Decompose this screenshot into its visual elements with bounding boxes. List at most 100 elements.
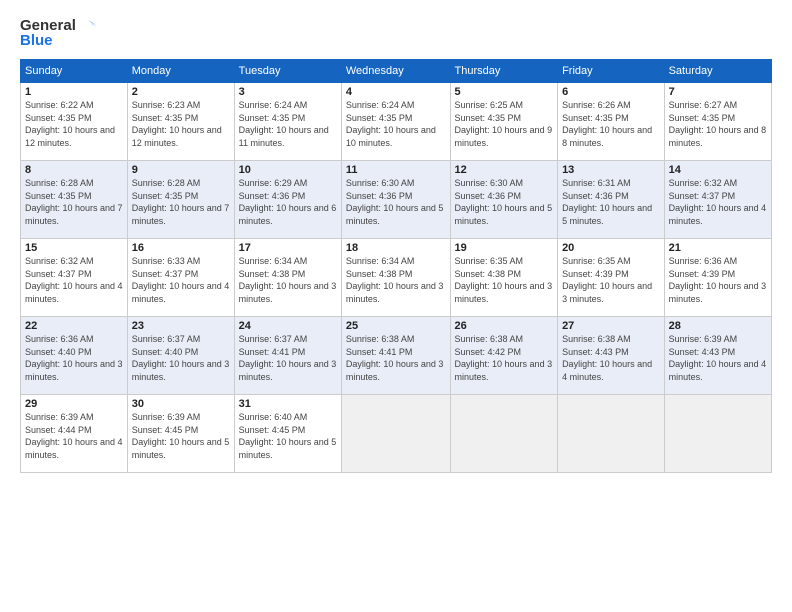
col-header-saturday: Saturday: [664, 60, 771, 83]
logo-container: General Blue: [20, 16, 96, 49]
day-info: Sunrise: 6:33 AM Sunset: 4:37 PM Dayligh…: [132, 255, 230, 305]
col-header-sunday: Sunday: [21, 60, 128, 83]
day-number: 7: [669, 86, 767, 98]
day-info: Sunrise: 6:35 AM Sunset: 4:38 PM Dayligh…: [455, 255, 554, 305]
calendar-cell: 18 Sunrise: 6:34 AM Sunset: 4:38 PM Dayl…: [341, 239, 450, 317]
calendar-cell: 1 Sunrise: 6:22 AM Sunset: 4:35 PM Dayli…: [21, 83, 128, 161]
col-header-monday: Monday: [127, 60, 234, 83]
calendar-cell: 6 Sunrise: 6:26 AM Sunset: 4:35 PM Dayli…: [558, 83, 665, 161]
day-number: 20: [562, 242, 660, 254]
header: General Blue: [20, 16, 772, 49]
day-info: Sunrise: 6:37 AM Sunset: 4:41 PM Dayligh…: [239, 333, 337, 383]
day-info: Sunrise: 6:24 AM Sunset: 4:35 PM Dayligh…: [239, 99, 337, 149]
day-info: Sunrise: 6:24 AM Sunset: 4:35 PM Dayligh…: [346, 99, 446, 149]
day-number: 31: [239, 398, 337, 410]
day-info: Sunrise: 6:25 AM Sunset: 4:35 PM Dayligh…: [455, 99, 554, 149]
calendar-cell: 4 Sunrise: 6:24 AM Sunset: 4:35 PM Dayli…: [341, 83, 450, 161]
day-info: Sunrise: 6:34 AM Sunset: 4:38 PM Dayligh…: [346, 255, 446, 305]
day-number: 11: [346, 164, 446, 176]
calendar-cell: [341, 395, 450, 473]
day-info: Sunrise: 6:35 AM Sunset: 4:39 PM Dayligh…: [562, 255, 660, 305]
calendar-cell: 24 Sunrise: 6:37 AM Sunset: 4:41 PM Dayl…: [234, 317, 341, 395]
calendar-cell: 8 Sunrise: 6:28 AM Sunset: 4:35 PM Dayli…: [21, 161, 128, 239]
col-header-tuesday: Tuesday: [234, 60, 341, 83]
day-info: Sunrise: 6:36 AM Sunset: 4:40 PM Dayligh…: [25, 333, 123, 383]
logo-blue: Blue: [20, 32, 53, 49]
week-row-2: 8 Sunrise: 6:28 AM Sunset: 4:35 PM Dayli…: [21, 161, 772, 239]
calendar-cell: 28 Sunrise: 6:39 AM Sunset: 4:43 PM Dayl…: [664, 317, 771, 395]
day-info: Sunrise: 6:38 AM Sunset: 4:41 PM Dayligh…: [346, 333, 446, 383]
day-info: Sunrise: 6:22 AM Sunset: 4:35 PM Dayligh…: [25, 99, 123, 149]
week-row-4: 22 Sunrise: 6:36 AM Sunset: 4:40 PM Dayl…: [21, 317, 772, 395]
day-number: 28: [669, 320, 767, 332]
calendar-cell: 15 Sunrise: 6:32 AM Sunset: 4:37 PM Dayl…: [21, 239, 128, 317]
calendar-cell: 22 Sunrise: 6:36 AM Sunset: 4:40 PM Dayl…: [21, 317, 128, 395]
day-number: 8: [25, 164, 123, 176]
week-row-5: 29 Sunrise: 6:39 AM Sunset: 4:44 PM Dayl…: [21, 395, 772, 473]
day-number: 15: [25, 242, 123, 254]
logo-general: General: [20, 17, 76, 34]
day-number: 17: [239, 242, 337, 254]
day-number: 23: [132, 320, 230, 332]
calendar-cell: 23 Sunrise: 6:37 AM Sunset: 4:40 PM Dayl…: [127, 317, 234, 395]
week-row-1: 1 Sunrise: 6:22 AM Sunset: 4:35 PM Dayli…: [21, 83, 772, 161]
day-number: 22: [25, 320, 123, 332]
day-info: Sunrise: 6:26 AM Sunset: 4:35 PM Dayligh…: [562, 99, 660, 149]
day-info: Sunrise: 6:30 AM Sunset: 4:36 PM Dayligh…: [455, 177, 554, 227]
page: General Blue SundayMondayTuesdayWednesda…: [0, 0, 792, 612]
day-number: 4: [346, 86, 446, 98]
day-number: 6: [562, 86, 660, 98]
day-info: Sunrise: 6:23 AM Sunset: 4:35 PM Dayligh…: [132, 99, 230, 149]
day-number: 13: [562, 164, 660, 176]
calendar-cell: 9 Sunrise: 6:28 AM Sunset: 4:35 PM Dayli…: [127, 161, 234, 239]
day-number: 2: [132, 86, 230, 98]
calendar-cell: 3 Sunrise: 6:24 AM Sunset: 4:35 PM Dayli…: [234, 83, 341, 161]
day-number: 14: [669, 164, 767, 176]
day-number: 24: [239, 320, 337, 332]
day-number: 19: [455, 242, 554, 254]
day-number: 21: [669, 242, 767, 254]
day-number: 16: [132, 242, 230, 254]
day-number: 25: [346, 320, 446, 332]
calendar-cell: 7 Sunrise: 6:27 AM Sunset: 4:35 PM Dayli…: [664, 83, 771, 161]
logo-bird-icon: [78, 16, 96, 34]
day-info: Sunrise: 6:38 AM Sunset: 4:43 PM Dayligh…: [562, 333, 660, 383]
day-info: Sunrise: 6:28 AM Sunset: 4:35 PM Dayligh…: [132, 177, 230, 227]
calendar-table: SundayMondayTuesdayWednesdayThursdayFrid…: [20, 59, 772, 473]
day-info: Sunrise: 6:37 AM Sunset: 4:40 PM Dayligh…: [132, 333, 230, 383]
calendar-cell: 5 Sunrise: 6:25 AM Sunset: 4:35 PM Dayli…: [450, 83, 558, 161]
day-info: Sunrise: 6:32 AM Sunset: 4:37 PM Dayligh…: [25, 255, 123, 305]
day-number: 5: [455, 86, 554, 98]
day-number: 18: [346, 242, 446, 254]
day-number: 26: [455, 320, 554, 332]
day-info: Sunrise: 6:32 AM Sunset: 4:37 PM Dayligh…: [669, 177, 767, 227]
calendar-cell: 29 Sunrise: 6:39 AM Sunset: 4:44 PM Dayl…: [21, 395, 128, 473]
day-number: 30: [132, 398, 230, 410]
day-info: Sunrise: 6:27 AM Sunset: 4:35 PM Dayligh…: [669, 99, 767, 149]
calendar-cell: 14 Sunrise: 6:32 AM Sunset: 4:37 PM Dayl…: [664, 161, 771, 239]
day-number: 1: [25, 86, 123, 98]
calendar-cell: 2 Sunrise: 6:23 AM Sunset: 4:35 PM Dayli…: [127, 83, 234, 161]
calendar-header-row: SundayMondayTuesdayWednesdayThursdayFrid…: [21, 60, 772, 83]
calendar-cell: [450, 395, 558, 473]
day-info: Sunrise: 6:28 AM Sunset: 4:35 PM Dayligh…: [25, 177, 123, 227]
calendar-cell: 11 Sunrise: 6:30 AM Sunset: 4:36 PM Dayl…: [341, 161, 450, 239]
day-info: Sunrise: 6:29 AM Sunset: 4:36 PM Dayligh…: [239, 177, 337, 227]
col-header-wednesday: Wednesday: [341, 60, 450, 83]
day-number: 12: [455, 164, 554, 176]
calendar-cell: [558, 395, 665, 473]
day-info: Sunrise: 6:38 AM Sunset: 4:42 PM Dayligh…: [455, 333, 554, 383]
calendar-cell: 16 Sunrise: 6:33 AM Sunset: 4:37 PM Dayl…: [127, 239, 234, 317]
day-number: 27: [562, 320, 660, 332]
day-info: Sunrise: 6:34 AM Sunset: 4:38 PM Dayligh…: [239, 255, 337, 305]
logo: General Blue: [20, 16, 96, 49]
day-info: Sunrise: 6:39 AM Sunset: 4:44 PM Dayligh…: [25, 411, 123, 461]
calendar-cell: 27 Sunrise: 6:38 AM Sunset: 4:43 PM Dayl…: [558, 317, 665, 395]
calendar-cell: 31 Sunrise: 6:40 AM Sunset: 4:45 PM Dayl…: [234, 395, 341, 473]
day-number: 29: [25, 398, 123, 410]
calendar-cell: 17 Sunrise: 6:34 AM Sunset: 4:38 PM Dayl…: [234, 239, 341, 317]
day-info: Sunrise: 6:31 AM Sunset: 4:36 PM Dayligh…: [562, 177, 660, 227]
day-number: 3: [239, 86, 337, 98]
col-header-friday: Friday: [558, 60, 665, 83]
calendar-cell: 12 Sunrise: 6:30 AM Sunset: 4:36 PM Dayl…: [450, 161, 558, 239]
